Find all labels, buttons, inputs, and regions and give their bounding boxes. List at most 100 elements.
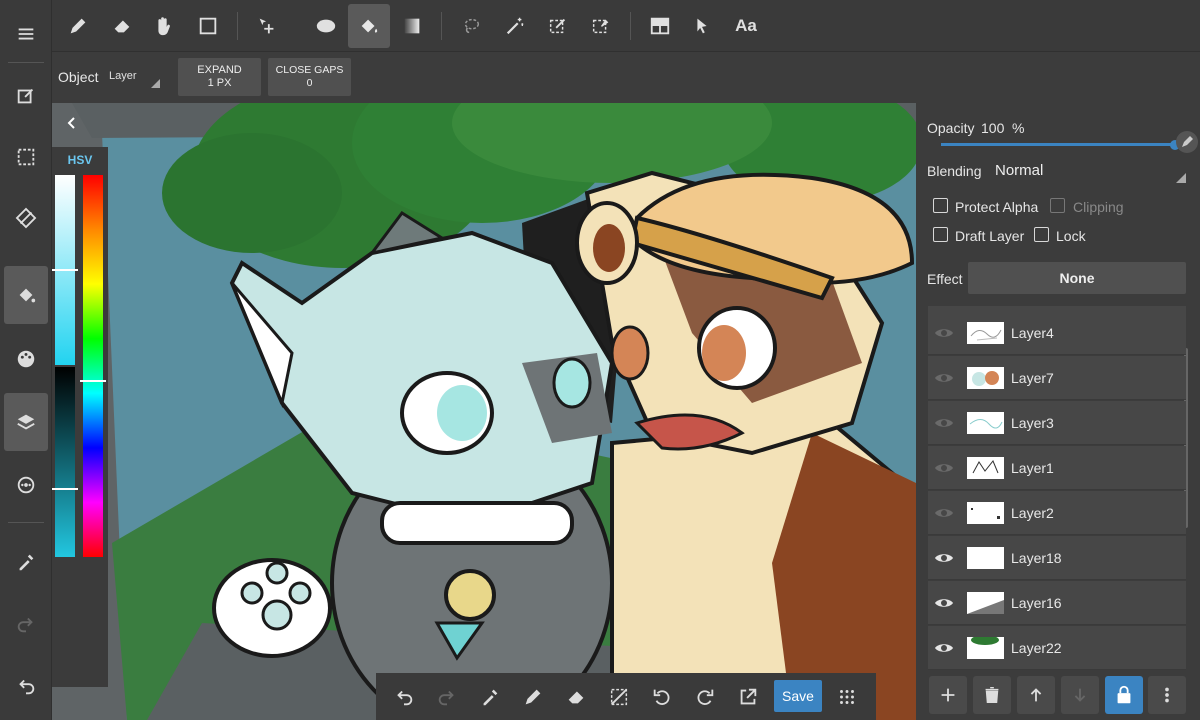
- layer-row[interactable]: Layer1: [928, 446, 1186, 490]
- eye-icon[interactable]: [934, 593, 954, 613]
- pen-tool-icon[interactable]: [58, 6, 98, 46]
- layer-thumbnail: [967, 547, 1004, 569]
- eraser-tool-icon[interactable]: [102, 6, 142, 46]
- text-tool-icon[interactable]: Aa: [726, 6, 766, 46]
- eye-icon[interactable]: [934, 413, 954, 433]
- lasso-tool-icon[interactable]: [451, 6, 491, 46]
- layer-thumbnail: [967, 412, 1004, 434]
- eye-icon[interactable]: [934, 458, 954, 478]
- collapse-panel-icon[interactable]: [64, 115, 80, 131]
- menu-icon[interactable]: [6, 14, 46, 54]
- undo-icon[interactable]: [384, 677, 424, 717]
- layer-thumbnail: [967, 322, 1004, 344]
- frame-divider-icon[interactable]: [640, 6, 680, 46]
- eye-icon[interactable]: [934, 368, 954, 388]
- value-slider[interactable]: [55, 367, 75, 557]
- grid-menu-icon[interactable]: [827, 677, 867, 717]
- redo-icon[interactable]: [427, 677, 467, 717]
- eye-icon[interactable]: [934, 548, 954, 568]
- object-select[interactable]: Layer: [108, 68, 160, 88]
- add-layer-icon[interactable]: [929, 676, 967, 714]
- layer-name: Layer1: [1011, 460, 1054, 476]
- object-label: Object: [58, 69, 99, 85]
- layer-row[interactable]: Layer16: [928, 581, 1186, 625]
- layer-name: Layer4: [1011, 325, 1054, 341]
- clipping-label: Clipping: [1073, 199, 1124, 215]
- move-tool-icon[interactable]: [247, 6, 287, 46]
- hue-slider[interactable]: [83, 175, 103, 557]
- material-icon[interactable]: [6, 465, 46, 505]
- clipping-checkbox[interactable]: [1050, 198, 1065, 213]
- opacity-pen-icon[interactable]: [1176, 131, 1198, 153]
- redo-icon[interactable]: [6, 604, 46, 644]
- delete-layer-icon[interactable]: [973, 676, 1011, 714]
- left-rail: [0, 0, 52, 720]
- close-gaps-button[interactable]: CLOSE GAPS 0: [268, 58, 351, 96]
- layer-name: Layer16: [1011, 595, 1062, 611]
- layer-row[interactable]: Layer18: [928, 536, 1186, 580]
- eraser-icon[interactable]: [556, 677, 596, 717]
- hand-tool-icon[interactable]: [143, 6, 183, 46]
- layer-name: Layer22: [1011, 640, 1062, 656]
- draft-layer-checkbox[interactable]: [933, 227, 948, 242]
- effect-label: Effect: [927, 271, 963, 287]
- save-button[interactable]: Save: [774, 680, 822, 712]
- layer-name: Layer7: [1011, 370, 1054, 386]
- move-layer-up-icon[interactable]: [1017, 676, 1055, 714]
- hue-handle[interactable]: [80, 380, 106, 382]
- selection-eraser-icon[interactable]: [581, 6, 621, 46]
- layer-row[interactable]: Layer22: [928, 626, 1186, 670]
- value-handle[interactable]: [52, 488, 78, 490]
- effect-button[interactable]: None: [968, 262, 1186, 294]
- layers-panel-icon[interactable]: [4, 393, 48, 451]
- opacity-slider[interactable]: [941, 143, 1175, 146]
- pen-icon[interactable]: [513, 677, 553, 717]
- protect-alpha-checkbox[interactable]: [933, 198, 948, 213]
- deselect-icon[interactable]: [599, 677, 639, 717]
- layer-row[interactable]: Layer2: [928, 491, 1186, 535]
- top-toolbar: Aa: [52, 0, 1200, 52]
- eye-icon[interactable]: [934, 638, 954, 658]
- selection-pen-icon[interactable]: [538, 6, 578, 46]
- lock-layer-icon[interactable]: [1105, 676, 1143, 714]
- ellipse-tool-icon[interactable]: [306, 6, 346, 46]
- close-gaps-value: 0: [306, 77, 313, 89]
- color-mode-label[interactable]: HSV: [52, 153, 108, 167]
- eye-icon[interactable]: [934, 323, 954, 343]
- eyedropper-icon[interactable]: [6, 542, 46, 582]
- bottom-toolbar: Save: [376, 673, 876, 720]
- operation-tool-icon[interactable]: [682, 6, 722, 46]
- canvas-area[interactable]: [52, 103, 916, 720]
- layer-row[interactable]: Layer4: [928, 311, 1186, 355]
- blending-value: Normal: [995, 162, 1044, 179]
- palette-icon[interactable]: [6, 339, 46, 379]
- saturation-handle[interactable]: [52, 269, 78, 271]
- layer-more-menu-icon[interactable]: [1148, 676, 1186, 714]
- lock-checkbox[interactable]: [1034, 227, 1049, 242]
- move-layer-down-icon[interactable]: [1061, 676, 1099, 714]
- rotate-left-icon[interactable]: [642, 677, 682, 717]
- expand-button[interactable]: EXPAND 1 PX: [178, 58, 261, 96]
- gradient-tool-icon[interactable]: [392, 6, 432, 46]
- share-icon[interactable]: [728, 677, 768, 717]
- magic-wand-icon[interactable]: [495, 6, 535, 46]
- eyedropper-icon[interactable]: [470, 677, 510, 717]
- transform-icon[interactable]: [6, 198, 46, 238]
- fill-tool-icon[interactable]: [348, 4, 390, 48]
- undo-icon[interactable]: [6, 666, 46, 706]
- fill-bucket-panel-icon[interactable]: [4, 266, 48, 324]
- expand-value: 1 PX: [207, 77, 232, 89]
- protect-alpha-label: Protect Alpha: [955, 199, 1039, 215]
- blending-select[interactable]: Normal: [992, 159, 1186, 183]
- layer-row[interactable]: Layer7: [928, 356, 1186, 400]
- layer-name: Layer3: [1011, 415, 1054, 431]
- layer-thumbnail: [967, 592, 1004, 614]
- selection-icon[interactable]: [6, 137, 46, 177]
- tool-options-bar: Object Layer EXPAND 1 PX CLOSE GAPS 0: [52, 52, 1200, 103]
- edit-canvas-icon[interactable]: [6, 76, 46, 116]
- rectangle-tool-icon[interactable]: [188, 6, 228, 46]
- rotate-right-icon[interactable]: [685, 677, 725, 717]
- expand-label: EXPAND: [197, 64, 242, 76]
- eye-icon[interactable]: [934, 503, 954, 523]
- layer-row[interactable]: Layer3: [928, 401, 1186, 445]
